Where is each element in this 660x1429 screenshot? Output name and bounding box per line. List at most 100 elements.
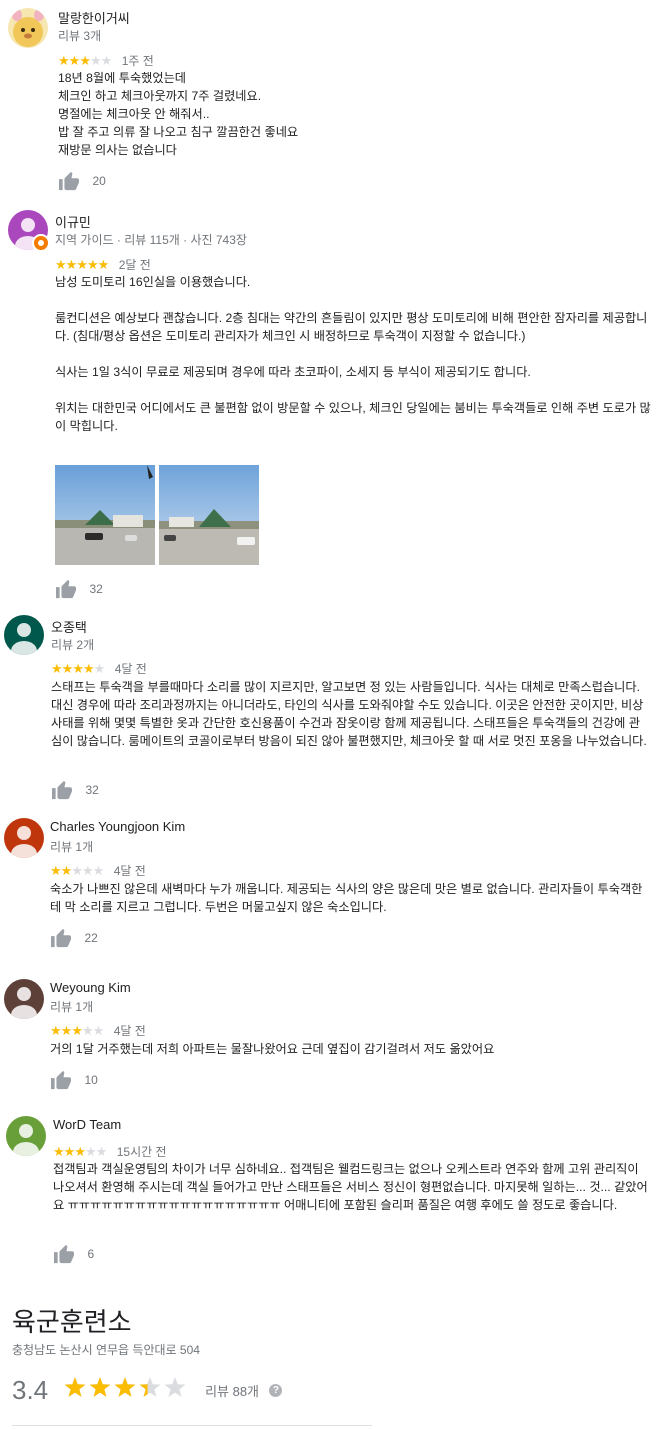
star-filled-icon: ★	[97, 256, 110, 272]
avatar[interactable]	[4, 818, 44, 858]
like-button[interactable]: 20	[58, 171, 106, 193]
like-count: 32	[85, 783, 99, 797]
reviewer-meta[interactable]: 리뷰 3개	[58, 27, 101, 44]
review-rating: ★★★★★ 4달 전	[50, 862, 146, 878]
star-filled-icon: ★	[58, 52, 70, 68]
star-filled-icon: ★	[50, 862, 62, 878]
review-text: 18년 8월에 투숙했었는데 체크인 하고 체크아웃까지 7주 걸렸네요. 명절…	[58, 71, 299, 157]
reviewer-name[interactable]: Charles Youngjoon Kim	[50, 819, 185, 834]
place-address: 충청남도 논산시 연무읍 득안대로 504	[12, 1343, 200, 1357]
review-text: 거의 1달 거주했는데 저희 아파트는 물잘나왔어요 근데 옆집이 감기걸려서 …	[50, 1042, 495, 1056]
star-filled-icon: ★	[71, 1022, 83, 1038]
star-filled-icon: ★	[53, 1143, 65, 1159]
reviewer-name[interactable]: 이규민	[55, 212, 91, 231]
avatar[interactable]	[8, 8, 48, 48]
reviewer-name[interactable]: WorD Team	[53, 1117, 121, 1132]
star-empty-icon	[164, 1377, 186, 1397]
rating-stars-icon	[64, 1377, 186, 1397]
rating-stars: ★★★★★	[50, 1022, 105, 1038]
review-text: 스태프는 투숙객을 부를때마다 소리를 많이 지르지만, 알고보면 정 있는 사…	[51, 680, 647, 748]
star-filled-icon	[114, 1377, 136, 1397]
like-count: 22	[84, 931, 98, 945]
reviewer-meta[interactable]: 리뷰 1개	[50, 998, 93, 1015]
rating-stars: ★★★★★	[50, 862, 105, 878]
star-filled-icon: ★	[50, 1022, 62, 1038]
reviewer-name[interactable]: Weyoung Kim	[50, 980, 131, 995]
place-review-count[interactable]: 리뷰 88개	[205, 1381, 259, 1400]
star-filled-icon: ★	[74, 1143, 86, 1159]
review-time: 1주 전	[121, 53, 154, 68]
avatar[interactable]	[4, 615, 44, 655]
cartoon-face-icon	[8, 8, 48, 48]
avatar[interactable]	[6, 1116, 46, 1156]
review-time: 4달 전	[114, 661, 147, 676]
star-filled-icon: ★	[68, 52, 81, 68]
like-button[interactable]: 32	[51, 780, 99, 802]
review-time: 4달 전	[113, 863, 146, 878]
star-filled-icon	[89, 1377, 111, 1397]
help-circle-icon[interactable]: ?	[269, 1384, 283, 1397]
place-title: 육군훈련소	[12, 1308, 132, 1338]
star-filled-icon: ★	[51, 660, 63, 676]
star-filled-icon: ★	[60, 862, 73, 878]
local-guide-badge-icon	[32, 234, 50, 252]
star-filled-icon: ★	[61, 660, 74, 676]
star-filled-icon: ★	[79, 52, 91, 68]
thumbs-up-icon	[54, 1244, 74, 1264]
star-filled-icon: ★	[65, 256, 78, 272]
rating-stars: ★★★★★	[53, 1143, 108, 1159]
star-empty-icon: ★	[81, 862, 94, 878]
thumbs-up-icon	[59, 171, 79, 191]
review-rating: ★★★★★ 4달 전	[50, 1022, 146, 1038]
reviewer-name[interactable]: 오종택	[51, 617, 87, 636]
star-filled-icon: ★	[86, 256, 99, 272]
review-time: 2달 전	[118, 257, 151, 272]
star-empty-icon: ★	[95, 1143, 108, 1159]
thumbs-up-icon	[51, 928, 71, 948]
like-button[interactable]: 10	[50, 1070, 98, 1092]
like-button[interactable]: 22	[50, 928, 98, 950]
person-silhouette-icon	[11, 623, 37, 655]
place-score: 3.4	[12, 1375, 49, 1405]
review-text: 남성 도미토리 16인실을 이용했습니다. 룸컨디션은 예상보다 괜찮습니다. …	[55, 275, 651, 433]
star-filled-icon: ★	[76, 256, 88, 272]
place-rating: 3.4 리뷰 88개 ?	[12, 1375, 283, 1407]
thumbs-up-icon	[56, 579, 76, 599]
like-button[interactable]: 32	[55, 579, 103, 601]
person-silhouette-icon	[11, 826, 37, 858]
star-empty-icon: ★	[92, 1022, 105, 1038]
reviewer-name[interactable]: 말랑한이거씨	[58, 8, 130, 27]
review-rating: ★★★★★ 2달 전	[55, 256, 151, 272]
star-filled-icon: ★	[82, 660, 95, 676]
review-photo[interactable]	[159, 465, 259, 565]
reviewer-meta[interactable]: 리뷰 2개	[51, 636, 94, 653]
avatar[interactable]	[4, 979, 44, 1019]
street-photo-icon	[159, 465, 259, 565]
review-time: 15시간 전	[116, 1144, 167, 1159]
reviewer-meta[interactable]: 리뷰 1개	[50, 838, 93, 855]
star-empty-icon: ★	[84, 1143, 97, 1159]
person-silhouette-icon	[11, 987, 37, 1019]
star-empty-icon: ★	[93, 660, 106, 676]
star-filled-icon	[64, 1377, 86, 1397]
star-empty-icon: ★	[92, 862, 105, 878]
divider	[12, 1425, 372, 1426]
review-rating: ★★★★★ 4달 전	[51, 660, 147, 676]
review-photo[interactable]	[55, 465, 155, 565]
thumbs-up-icon	[52, 780, 72, 800]
reviewer-meta[interactable]: 지역 가이드 · 리뷰 115개 · 사진 743장	[55, 231, 247, 248]
review-rating: ★★★★★ 15시간 전	[53, 1143, 167, 1159]
star-filled-icon: ★	[60, 1022, 73, 1038]
thumbs-up-icon	[51, 1070, 71, 1090]
place-rating-stars	[63, 1376, 187, 1405]
like-button[interactable]: 6	[53, 1244, 94, 1266]
like-count: 10	[84, 1073, 98, 1087]
street-photo-icon	[55, 465, 155, 565]
star-empty-icon: ★	[81, 1022, 94, 1038]
star-empty-icon: ★	[89, 52, 102, 68]
person-silhouette-icon	[13, 1124, 39, 1156]
rating-stars: ★★★★★	[51, 660, 106, 676]
review-time: 4달 전	[113, 1023, 146, 1038]
like-count: 32	[89, 582, 103, 596]
rating-stars: ★★★★★	[55, 256, 110, 272]
